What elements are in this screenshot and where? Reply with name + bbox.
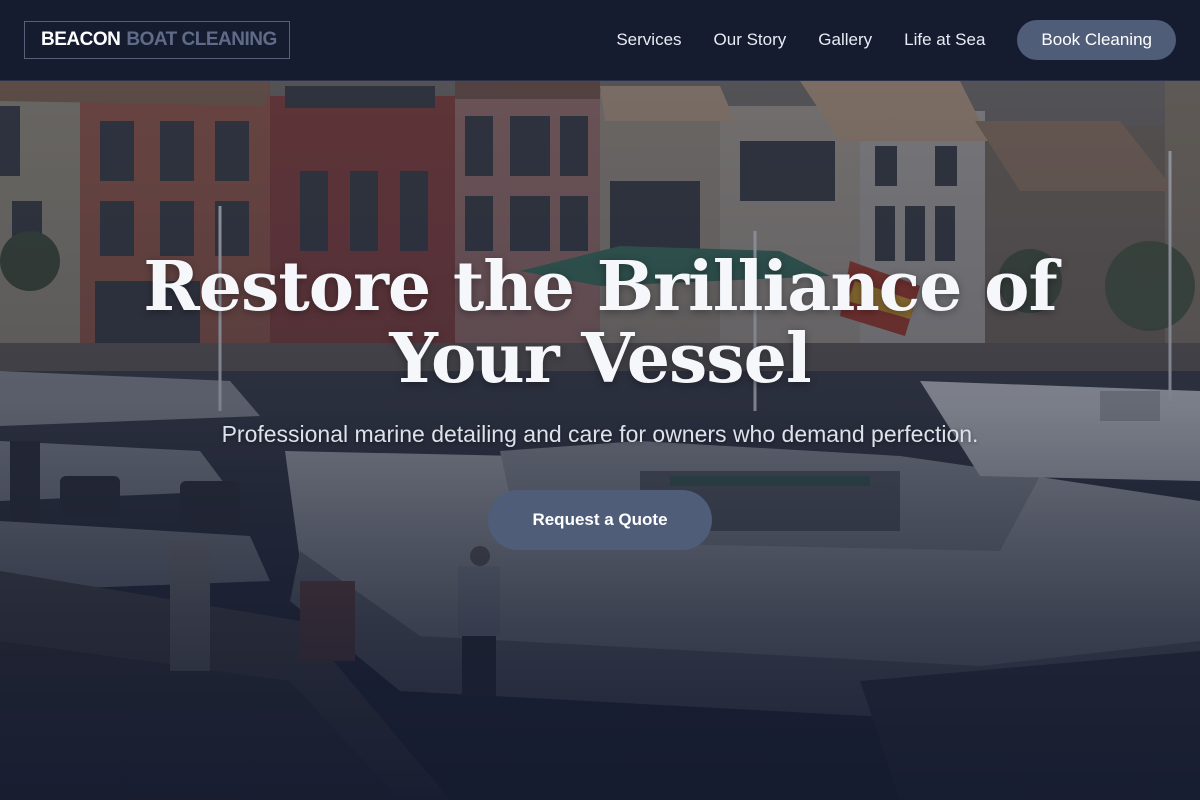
nav-link-services[interactable]: Services <box>616 30 681 50</box>
brand-name-primary: BEACON <box>41 29 121 50</box>
hero-title-line-1: Restore the Brilliance of <box>143 247 1057 327</box>
hero-subtitle: Professional marine detailing and care f… <box>221 421 979 447</box>
brand-name-secondary: BOAT CLEANING <box>126 29 277 50</box>
request-quote-button[interactable]: Request a Quote <box>488 490 712 550</box>
hero-content: Restore the Brilliance of Your Vessel Pr… <box>0 81 1200 800</box>
main-nav: Services Our Story Gallery Life at Sea B… <box>616 20 1176 60</box>
top-navbar: BEACON BOAT CLEANING Services Our Story … <box>0 0 1200 81</box>
book-cleaning-button[interactable]: Book Cleaning <box>1017 20 1176 60</box>
nav-link-life-at-sea[interactable]: Life at Sea <box>904 30 985 50</box>
hero-section: Restore the Brilliance of Your Vessel Pr… <box>0 81 1200 800</box>
hero-title-line-2: Your Vessel <box>389 319 811 399</box>
nav-link-gallery[interactable]: Gallery <box>818 30 872 50</box>
nav-link-our-story[interactable]: Our Story <box>714 30 787 50</box>
brand-logo[interactable]: BEACON BOAT CLEANING <box>24 21 290 59</box>
hero-title: Restore the Brilliance of Your Vessel <box>100 251 1100 395</box>
